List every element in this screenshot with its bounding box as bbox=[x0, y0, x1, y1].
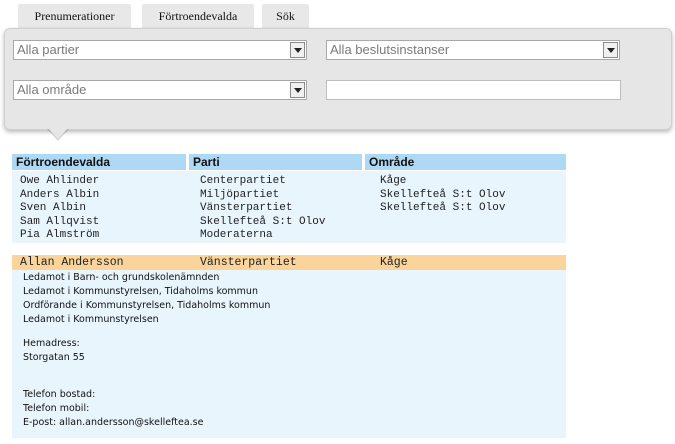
list-item-area[interactable]: Kåge bbox=[380, 175, 406, 189]
address-value: Storgatan 55 bbox=[23, 352, 85, 363]
list-item-party[interactable]: Moderaterna bbox=[200, 229, 273, 243]
list-item-area[interactable]: Skellefteå S:t Olov bbox=[380, 189, 505, 203]
chevron-down-icon[interactable] bbox=[603, 42, 618, 58]
list-item-party[interactable]: Skellefteå S:t Olov bbox=[200, 216, 325, 230]
list-item-name[interactable]: Sam Allqvist bbox=[20, 216, 99, 230]
list-item-party[interactable]: Centerpartiet bbox=[200, 175, 286, 189]
role-line: Ledamot i Barn- och grundskolenämnden bbox=[23, 272, 220, 283]
column-header-name[interactable]: Förtroendevalda bbox=[12, 154, 186, 170]
role-line: Ledamot i Kommunstyrelsen bbox=[23, 314, 159, 325]
representative-list: Owe Ahlinder Anders Albin Sven Albin Sam… bbox=[12, 171, 566, 243]
tab-prenumerationer[interactable]: Prenumerationer bbox=[18, 4, 131, 28]
list-item-party[interactable]: Vänsterpartiet bbox=[200, 202, 292, 216]
column-header-area[interactable]: Område bbox=[365, 154, 566, 170]
address-label: Hemadress: bbox=[23, 338, 80, 349]
chevron-down-icon[interactable] bbox=[290, 82, 305, 98]
role-line: Ledamot i Kommunstyrelsen, Tidaholms kom… bbox=[23, 286, 258, 297]
selected-party: Vänsterpartiet bbox=[200, 256, 297, 269]
role-line: Ordförande i Kommunstyrelsen, Tidaholms … bbox=[23, 300, 271, 311]
panel-pointer bbox=[48, 128, 68, 139]
decision-body-select[interactable]: Alla beslutsinstanser bbox=[326, 40, 620, 60]
tab-fortroendevalda[interactable]: Förtroendevalda bbox=[142, 4, 254, 28]
party-select[interactable]: Alla partier bbox=[13, 40, 307, 60]
phone-home-label: Telefon bostad: bbox=[23, 389, 96, 400]
selected-name: Allan Andersson bbox=[20, 256, 124, 269]
list-item-party[interactable]: Miljöpartiet bbox=[200, 189, 279, 203]
area-select-value: Alla område bbox=[17, 82, 87, 97]
phone-mobile-label: Telefon mobil: bbox=[23, 403, 90, 414]
chevron-down-icon[interactable] bbox=[290, 42, 305, 58]
list-item-name[interactable]: Pia Almström bbox=[20, 229, 99, 243]
party-select-value: Alla partier bbox=[17, 42, 80, 57]
decision-body-select-value: Alla beslutsinstanser bbox=[330, 42, 450, 57]
list-item-name[interactable]: Sven Albin bbox=[20, 202, 86, 216]
column-header-party[interactable]: Parti bbox=[189, 154, 362, 170]
area-select[interactable]: Alla område bbox=[13, 80, 307, 100]
selected-area: Kåge bbox=[380, 256, 408, 269]
search-input[interactable] bbox=[326, 80, 621, 100]
list-item-name[interactable]: Owe Ahlinder bbox=[20, 175, 99, 189]
email-line[interactable]: E-post: allan.andersson@skelleftea.se bbox=[23, 417, 203, 428]
detail-panel: Ledamot i Barn- och grundskolenämnden Le… bbox=[12, 270, 566, 438]
list-item-name[interactable]: Anders Albin bbox=[20, 189, 99, 203]
list-item-area[interactable]: Skellefteå S:t Olov bbox=[380, 202, 505, 216]
selected-row[interactable]: Allan Andersson Vänsterpartiet Kåge bbox=[12, 255, 566, 270]
tab-sok[interactable]: Sök bbox=[262, 4, 309, 28]
